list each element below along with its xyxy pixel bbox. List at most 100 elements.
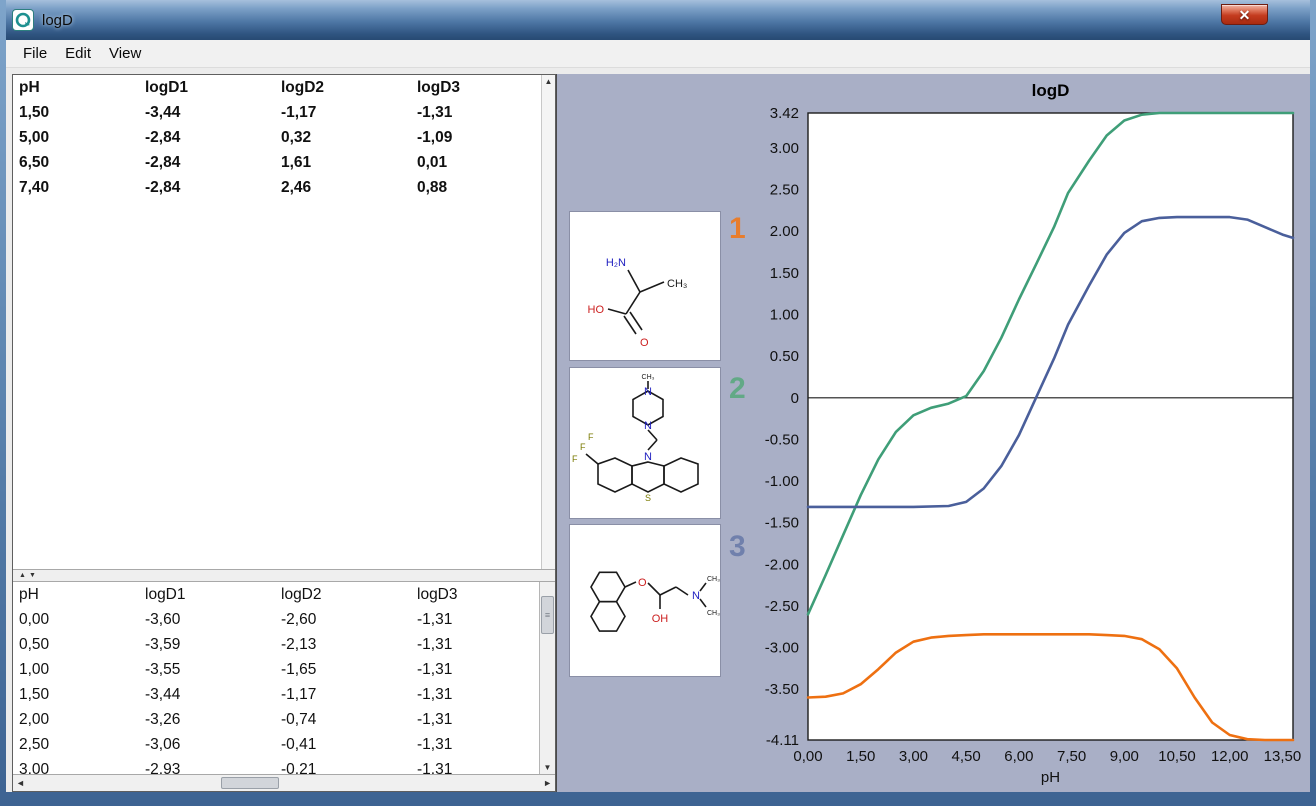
bottom-table-section: pHlogD1logD2logD30,00-3,60-2,60-1,310,50… [13,582,555,774]
column-header: pH [19,586,145,604]
cell: -0,41 [281,736,417,754]
bottom-table: pHlogD1logD2logD30,00-3,60-2,60-1,310,50… [13,582,539,774]
molecule-1-icon: H₂N CH₃ HO O [570,212,720,360]
y-tick-label: -4.11 [766,732,799,749]
series-3-label: 3 [729,532,746,562]
x-tick-label: 6,00 [1004,748,1033,765]
cell: -1,09 [417,129,541,147]
x-tick-label: 12,00 [1211,748,1249,765]
table-row[interactable]: 1,00-3,55-1,65-1,31 [13,657,539,682]
title-bar: logD ✕ [6,0,1310,40]
x-tick-label: 10,50 [1158,748,1196,765]
table-row[interactable]: 7,40-2,842,460,88 [13,175,541,200]
cell: -1,17 [281,104,417,122]
table-row[interactable]: 2,00-3,26-0,74-1,31 [13,707,539,732]
scrollbar-thumb[interactable]: ≡ [541,596,554,634]
cell: -0,21 [281,761,417,775]
x-tick-label: 13,50 [1264,748,1302,765]
cell: 0,88 [417,179,541,197]
structure-image-1[interactable]: H₂N CH₃ HO O [569,211,721,361]
table-row[interactable]: 2,50-3,06-0,41-1,31 [13,732,539,757]
content-area: pHlogD1logD2logD31,50-3,44-1,17-1,315,00… [6,68,1310,792]
cell: 1,61 [281,154,417,172]
menu-item-edit[interactable]: Edit [56,42,100,65]
x-tick-label: 9,00 [1110,748,1139,765]
cell: 1,50 [19,686,145,704]
x-axis-label: pH [1041,769,1060,786]
menu-item-view[interactable]: View [100,42,150,65]
cell: 1,50 [19,104,145,122]
cell: -3,44 [145,686,281,704]
cell: -1,31 [417,686,539,704]
splitter-down-icon: ▼ [29,572,36,579]
table-row[interactable]: 1,50-3,44-1,17-1,31 [13,682,539,707]
molecule-3-icon: O OH N CH₃ CH₃ [570,525,720,676]
structure-image-3[interactable]: O OH N CH₃ CH₃ [569,524,721,677]
y-tick-label: 1.50 [770,265,799,282]
chart-title: logD [1032,81,1070,100]
cell: -2,84 [145,154,281,172]
cell: -1,31 [417,636,539,654]
top-vertical-scrollbar[interactable]: ▲ [541,75,555,569]
svg-text:CH₃: CH₃ [707,576,720,583]
close-button[interactable]: ✕ [1221,4,1268,25]
splitter-up-icon: ▲ [19,572,26,579]
app-logo-icon [14,11,32,29]
svg-text:N: N [692,590,700,602]
svg-text:F: F [588,432,594,442]
svg-text:F: F [580,442,586,452]
cell: 5,00 [19,129,145,147]
table-row[interactable]: 0,00-3,60-2,60-1,31 [13,607,539,632]
pane-splitter[interactable]: ▲ ▼ [13,569,555,582]
cell: -3,55 [145,661,281,679]
column-header: logD2 [281,79,417,97]
cell: -1,31 [417,611,539,629]
y-tick-label: -1.50 [765,515,799,532]
scroll-down-icon[interactable]: ▼ [540,763,555,772]
table-header-row: pHlogD1logD2logD3 [13,75,541,100]
app-window: logD ✕ FileEditView pHlogD1logD2logD31,5… [0,0,1316,806]
scroll-right-icon[interactable]: ► [543,778,552,788]
scroll-up-icon[interactable]: ▲ [542,77,555,86]
scrollbar-thumb[interactable] [221,777,279,789]
table-row[interactable]: 0,50-3,59-2,13-1,31 [13,632,539,657]
scroll-left-icon[interactable]: ◄ [16,778,25,788]
x-tick-label: 3,00 [899,748,928,765]
table-row[interactable]: 6,50-2,841,610,01 [13,150,541,175]
cell: -1,65 [281,661,417,679]
cell: -2,13 [281,636,417,654]
y-tick-label: 3.00 [770,140,799,157]
table-row[interactable]: 1,50-3,44-1,17-1,31 [13,100,541,125]
cell: -1,17 [281,686,417,704]
column-header: pH [19,79,145,97]
cell: -2,84 [145,179,281,197]
table-row[interactable]: 5,00-2,840,32-1,09 [13,125,541,150]
svg-text:HO: HO [588,304,605,316]
svg-text:CH₃: CH₃ [642,374,655,381]
table-header-row: pHlogD1logD2logD3 [13,582,539,607]
structure-image-2[interactable]: CH₃ N N N S F F F [569,367,721,519]
cell: -3,26 [145,711,281,729]
cell: 0,32 [281,129,417,147]
cell: -1,31 [417,761,539,775]
bottom-vertical-scrollbar[interactable]: ≡ ▼ [539,582,555,774]
y-tick-label: -1.00 [765,473,799,490]
y-tick-label: 2.50 [770,182,799,199]
horizontal-scrollbar[interactable]: ◄ ► [13,774,555,791]
table-row[interactable]: 3,00-2,93-0,21-1,31 [13,757,539,774]
cell: 0,50 [19,636,145,654]
chart-pane: logD3.423.002.502.001.501.000.500-0.50-1… [556,74,1310,792]
column-header: logD1 [145,586,281,604]
x-tick-label: 1,50 [846,748,875,765]
y-tick-label: 0.50 [770,348,799,365]
menu-item-file[interactable]: File [14,42,56,65]
plot-area [808,113,1293,740]
series-1-label: 1 [729,214,746,244]
y-tick-label: -3.50 [765,681,799,698]
cell: -0,74 [281,711,417,729]
app-icon [12,9,34,31]
cell: -2,60 [281,611,417,629]
cell: 2,46 [281,179,417,197]
column-header: logD3 [417,586,539,604]
y-tick-label: -0.50 [765,431,799,448]
